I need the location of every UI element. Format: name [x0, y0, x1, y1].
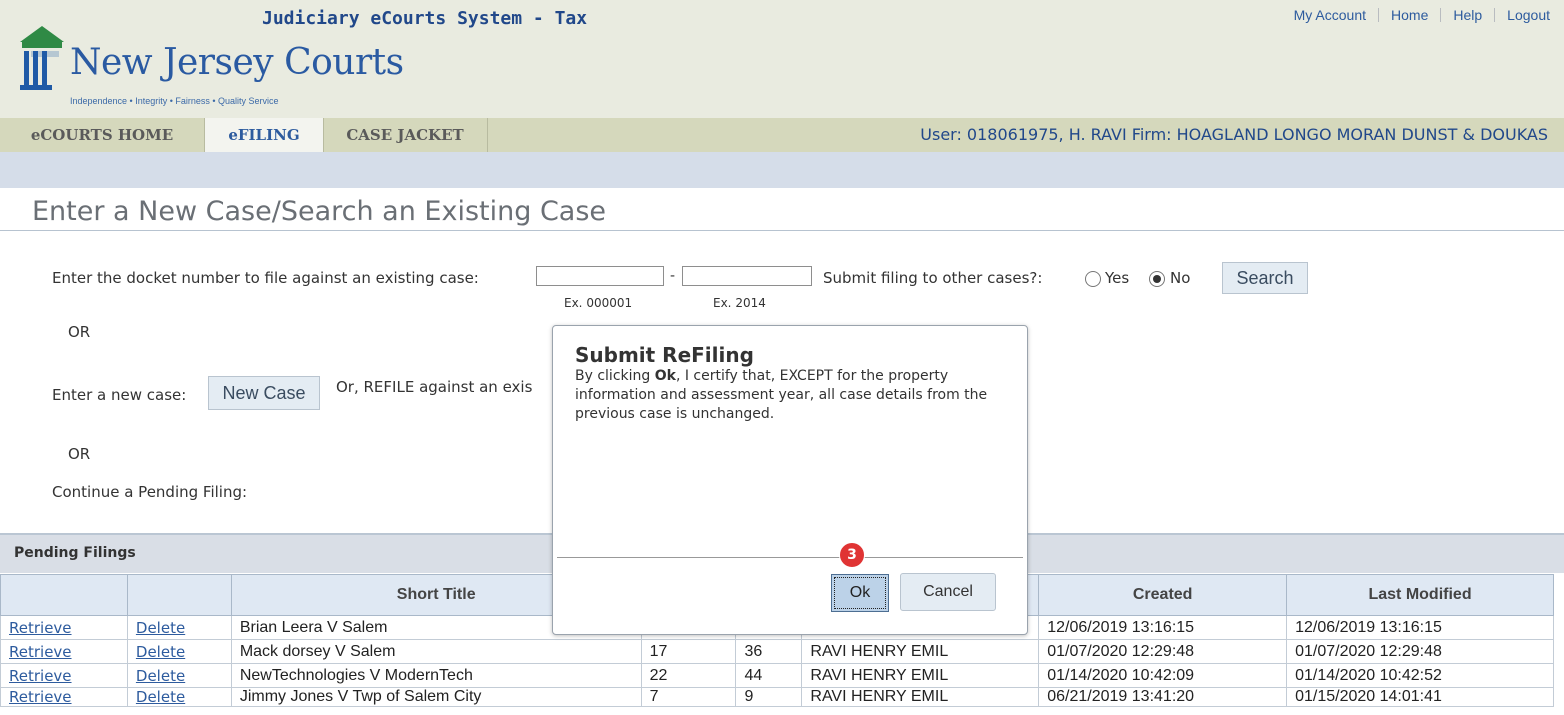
link-divider	[1440, 8, 1442, 22]
link-divider	[1494, 8, 1496, 22]
dialog-divider	[557, 557, 1023, 558]
other-cases-label: Submit filing to other cases?:	[823, 269, 1043, 287]
tab-ecourts-home[interactable]: eCOURTS HOME	[0, 118, 204, 152]
page-title: Enter a New Case/Search an Existing Case	[32, 196, 607, 227]
top-links: My Account Home Help Logout	[1294, 7, 1550, 23]
table-cell: 7	[640, 687, 737, 707]
tab-efiling[interactable]: eFILING	[204, 118, 324, 152]
table-row: Retrieve Delete Mack dorsey V Salem 17 3…	[0, 639, 1554, 664]
docket-example-number: Ex. 000001	[564, 296, 633, 310]
pending-filings-title: Pending Filings	[14, 545, 136, 561]
dialog-message-prefix: By clicking	[575, 368, 655, 384]
pending-filing-label: Continue a Pending Filing:	[52, 483, 248, 501]
short-title-cell: Mack dorsey V Salem	[230, 639, 642, 664]
created-cell: 12/06/2019 13:16:15	[1038, 615, 1288, 640]
retrieve-link[interactable]: Retrieve	[0, 615, 128, 640]
delete-link[interactable]: Delete	[126, 615, 232, 640]
or-separator: OR	[68, 323, 91, 341]
cancel-button[interactable]: Cancel	[900, 573, 996, 611]
retrieve-link[interactable]: Retrieve	[0, 663, 128, 688]
help-link[interactable]: Help	[1453, 7, 1482, 23]
docket-dash: -	[670, 268, 676, 284]
other-cases-yes-radio[interactable]	[1085, 271, 1101, 287]
table-cell: 44	[735, 663, 803, 688]
dialog-message: By clicking Ok, I certify that, EXCEPT f…	[575, 367, 1015, 424]
tab-case-jacket[interactable]: CASE JACKET	[323, 118, 488, 152]
user-info: User: 018061975, H. RAVI Firm: HOAGLAND …	[920, 125, 1548, 144]
short-title-cell: NewTechnologies V ModernTech	[230, 663, 642, 688]
modified-cell: 01/14/2020 10:42:52	[1286, 663, 1554, 688]
radio-yes-label: Yes	[1105, 269, 1130, 287]
ok-button[interactable]: Ok	[831, 574, 889, 612]
delete-link[interactable]: Delete	[126, 639, 232, 664]
column-header-last-modified[interactable]: Last Modified	[1286, 574, 1554, 616]
or-separator: OR	[68, 445, 91, 463]
site-header: Judiciary eCourts System - Tax My Accoun…	[0, 0, 1564, 118]
docket-year-input[interactable]	[682, 266, 812, 286]
my-account-link[interactable]: My Account	[1294, 7, 1366, 23]
docket-example-year: Ex. 2014	[713, 296, 766, 310]
logout-link[interactable]: Logout	[1507, 7, 1550, 23]
docket-number-input[interactable]	[536, 266, 664, 286]
column-header	[0, 574, 128, 616]
column-header-created[interactable]: Created	[1038, 574, 1288, 616]
submit-refiling-dialog: Submit ReFiling By clicking Ok, I certif…	[552, 325, 1028, 635]
table-cell: RAVI HENRY EMIL	[801, 687, 1040, 707]
dialog-message-ok: Ok	[654, 368, 676, 384]
created-cell: 01/07/2020 12:29:48	[1038, 639, 1288, 664]
table-cell: 17	[640, 639, 737, 664]
step-number-badge: 3	[839, 542, 865, 568]
refile-label: Or, REFILE against an exis	[336, 378, 533, 396]
other-cases-no-radio[interactable]	[1149, 271, 1165, 287]
modified-cell: 01/07/2020 12:29:48	[1286, 639, 1554, 664]
retrieve-link[interactable]: Retrieve	[0, 687, 128, 707]
search-button[interactable]: Search	[1222, 262, 1308, 294]
created-cell: 06/21/2019 13:41:20	[1038, 687, 1288, 707]
home-link[interactable]: Home	[1391, 7, 1428, 23]
docket-label: Enter the docket number to file against …	[52, 269, 479, 287]
modified-cell: 01/15/2020 14:01:41	[1286, 687, 1554, 707]
table-cell: 36	[735, 639, 803, 664]
new-case-label: Enter a new case:	[52, 386, 187, 404]
table-row: Retrieve Delete Jimmy Jones V Twp of Sal…	[0, 687, 1554, 707]
title-divider	[0, 230, 1564, 231]
new-case-button[interactable]: New Case	[208, 376, 320, 410]
retrieve-link[interactable]: Retrieve	[0, 639, 128, 664]
link-divider	[1378, 8, 1380, 22]
table-cell: 22	[640, 663, 737, 688]
logo-tagline: Independence • Integrity • Fairness • Qu…	[70, 96, 279, 106]
sub-nav-bar	[0, 152, 1564, 188]
logo-wordmark: New Jersey Courts	[70, 42, 404, 83]
table-cell: RAVI HENRY EMIL	[801, 663, 1040, 688]
created-cell: 01/14/2020 10:42:09	[1038, 663, 1288, 688]
modified-cell: 12/06/2019 13:16:15	[1286, 615, 1554, 640]
radio-no-label: No	[1170, 269, 1191, 287]
short-title-cell: Jimmy Jones V Twp of Salem City	[230, 687, 642, 707]
dialog-title: Submit ReFiling	[575, 343, 754, 367]
table-row: Retrieve Delete NewTechnologies V Modern…	[0, 663, 1554, 688]
table-cell: RAVI HENRY EMIL	[801, 639, 1040, 664]
table-cell: 9	[735, 687, 803, 707]
delete-link[interactable]: Delete	[126, 663, 232, 688]
courthouse-logo-icon	[20, 26, 64, 90]
column-header	[126, 574, 232, 616]
nj-courts-logo: New Jersey Courts Independence • Integri…	[14, 22, 414, 112]
delete-link[interactable]: Delete	[126, 687, 232, 707]
